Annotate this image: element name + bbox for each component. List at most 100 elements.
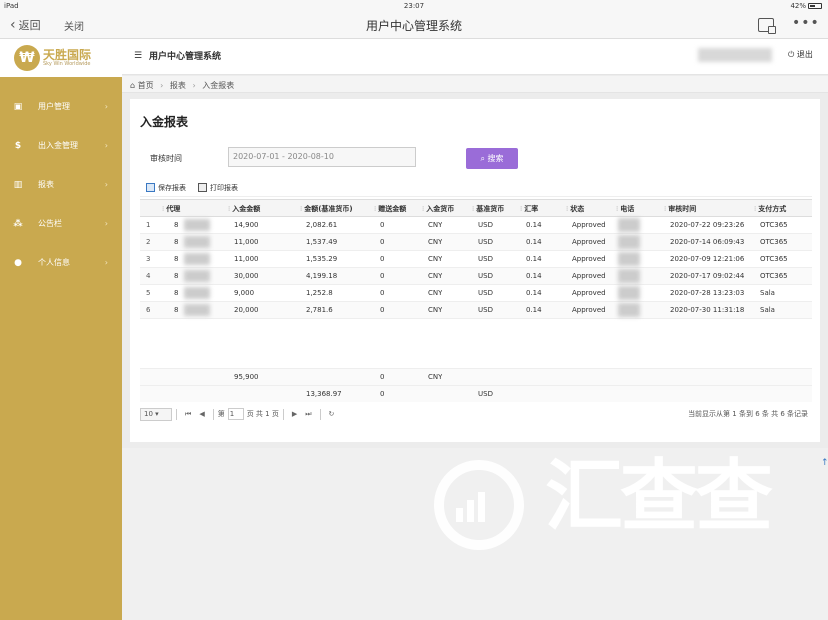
- column-header[interactable]: ⁞ 支付方式: [754, 204, 786, 214]
- column-header[interactable]: ⁞ 金额(基准货币): [300, 204, 353, 214]
- column-header[interactable]: ⁞ 入金货币: [422, 204, 454, 214]
- date-range-input[interactable]: 2020-07-01 - 2020-08-10: [228, 147, 416, 167]
- breadcrumb-separator: ›: [160, 81, 164, 90]
- table-row[interactable]: 68 20,000 2,781.6 0 CNY USD 0.14 Approved 2020-…: [140, 302, 812, 319]
- logo-emblem-icon: ₩: [14, 45, 40, 71]
- battery-indicator: 42%: [790, 2, 822, 10]
- save-label: 保存报表: [158, 183, 186, 192]
- column-header[interactable]: ⁞ 状态: [566, 204, 584, 214]
- report-toolbar: 保存报表 打印报表: [140, 179, 812, 197]
- app-header: ☰ 用户中心管理系统 ⏻ 退出: [122, 39, 828, 75]
- column-header[interactable]: ⁞ 入金金额: [228, 204, 260, 214]
- watermark-text: 汇查查: [545, 452, 773, 542]
- deposit-report-table: ⁞ 代理 ⁞ 入金金额 ⁞ 金额(基准货币) ⁞ 赠送金额 ⁞ 入金货币 ⁞ 基准货币 ⁞ 汇…: [140, 199, 812, 402]
- sidebar-item-label: 公告栏: [38, 219, 62, 228]
- logo-main-text: 天胜国际: [43, 47, 92, 62]
- logout-icon: ⏻: [788, 50, 795, 59]
- scroll-up-icon[interactable]: ↑: [821, 458, 828, 468]
- chevron-right-icon: ›: [104, 258, 108, 267]
- table-row[interactable]: 28 11,000 1,537.49 0 CNY USD 0.14 Approved 2020…: [140, 234, 812, 251]
- column-header[interactable]: ⁞ 电话: [616, 204, 634, 214]
- battery-percent: 42%: [790, 2, 806, 10]
- column-header[interactable]: ⁞ 赠送金额: [374, 204, 406, 214]
- table-row[interactable]: 58 9,000 1,252.8 0 CNY USD 0.14 Approved 2020-0…: [140, 285, 812, 302]
- chevron-right-icon: ›: [104, 141, 108, 150]
- table-header: ⁞ 代理 ⁞ 入金金额 ⁞ 金额(基准货币) ⁞ 赠送金额 ⁞ 入金货币 ⁞ 基准货币 ⁞ 汇…: [140, 200, 812, 217]
- open-external-icon[interactable]: [758, 18, 776, 34]
- logo[interactable]: ₩ 天胜国际 Sky Win Worldwide: [14, 42, 109, 74]
- sidebar-item-label: 出入金管理: [38, 141, 78, 150]
- refresh-icon[interactable]: ↻: [329, 410, 335, 418]
- sidebar-item-label: 个人信息: [38, 258, 70, 267]
- sidebar-item-bulletin[interactable]: ⁂ 公告栏 ›: [0, 204, 122, 243]
- save-icon: [146, 183, 155, 192]
- page-suffix: 页 共 1 页: [246, 410, 279, 418]
- table-row[interactable]: 48 30,000 4,199.18 0 CNY USD 0.14 Approved 2020…: [140, 268, 812, 285]
- breadcrumb-reports[interactable]: 报表: [170, 81, 186, 90]
- first-page-icon[interactable]: ⏮: [185, 410, 191, 419]
- people-icon: ⁂: [13, 218, 23, 229]
- print-report-button[interactable]: 打印报表: [198, 183, 238, 193]
- column-header[interactable]: ⁞ 代理: [162, 204, 180, 214]
- sidebar-item-label: 报表: [38, 180, 54, 189]
- last-page-icon[interactable]: ⏭: [305, 410, 311, 419]
- watermark-bars-icon: [456, 488, 496, 522]
- user-icon: ▣: [13, 101, 23, 112]
- logo-sub-text: Sky Win Worldwide: [43, 60, 91, 67]
- chevron-right-icon: ›: [104, 219, 108, 228]
- report-panel: 入金报表 审核时间 2020-07-01 - 2020-08-10 ⌕ 搜索 保…: [130, 99, 820, 442]
- page-number-input[interactable]: 1: [227, 408, 244, 420]
- column-header[interactable]: ⁞ 审核时间: [664, 204, 696, 214]
- column-header[interactable]: ⁞ 基准货币: [472, 204, 504, 214]
- column-header[interactable]: ⁞ 汇率: [520, 204, 538, 214]
- chart-icon: ▥: [13, 179, 23, 190]
- next-page-icon[interactable]: ▶: [292, 410, 297, 418]
- sidebar: ₩ 天胜国际 Sky Win Worldwide ▣ 用户管理 › $ 出入金管…: [0, 39, 122, 620]
- summary-row-amount: 95,900 0 CNY: [140, 368, 812, 385]
- sidebar-item-deposit-withdraw[interactable]: $ 出入金管理 ›: [0, 126, 122, 165]
- breadcrumb: ⌂ 首页 › 报表 › 入金报表: [122, 76, 828, 93]
- table-row[interactable]: 18 14,900 2,082.61 0 CNY USD 0.14 Approved 2020…: [140, 217, 812, 234]
- summary-row-base: 13,368.97 0 USD: [140, 385, 812, 402]
- sidebar-item-reports[interactable]: ▥ 报表 ›: [0, 165, 122, 204]
- more-icon[interactable]: •••: [792, 15, 820, 31]
- app-title: 用户中心管理系统: [149, 52, 222, 62]
- search-icon: ⌕: [480, 153, 485, 163]
- user-info-blurred: [698, 48, 772, 62]
- search-label: 搜索: [487, 154, 504, 163]
- table-row[interactable]: 38 11,000 1,535.29 0 CNY USD 0.14 Approved 2020…: [140, 251, 812, 268]
- home-icon: ⌂: [130, 81, 136, 90]
- main-content: 入金报表 审核时间 2020-07-01 - 2020-08-10 ⌕ 搜索 保…: [122, 93, 828, 448]
- prev-page-icon[interactable]: ◀: [199, 410, 204, 418]
- dollar-icon: $: [14, 140, 22, 151]
- clock: 23:07: [403, 2, 425, 10]
- browser-title: 用户中心管理系统: [365, 19, 462, 33]
- breadcrumb-separator: ›: [192, 81, 196, 90]
- print-label: 打印报表: [210, 183, 238, 192]
- filter-label: 审核时间: [150, 154, 182, 163]
- pagination-info: 当前显示从第 1 条到 6 条 共 6 条记录: [688, 410, 808, 418]
- logout-button[interactable]: ⏻ 退出: [788, 49, 813, 60]
- logout-label: 退出: [796, 50, 813, 59]
- browser-navbar: ‹ 返回 关闭 用户中心管理系统 •••: [0, 12, 828, 39]
- status-bar: iPad 23:07 42%: [0, 0, 828, 12]
- print-icon: [198, 183, 207, 192]
- search-button[interactable]: ⌕ 搜索: [466, 148, 518, 169]
- page-size-select[interactable]: 10 ▾: [140, 407, 172, 421]
- sidebar-menu: ▣ 用户管理 › $ 出入金管理 › ▥ 报表 › ⁂ 公告栏 › ● 个人信息…: [0, 87, 122, 282]
- pagination: 10 ▾ ⏮ ◀ 第 1 页 共 1 页 ▶ ⏭ ↻ 当前显示从第 1 条到 6…: [140, 406, 812, 422]
- logo-area: ₩ 天胜国际 Sky Win Worldwide: [0, 39, 122, 77]
- breadcrumb-current: 入金报表: [202, 81, 235, 90]
- chevron-right-icon: ›: [104, 102, 108, 111]
- chevron-right-icon: ›: [104, 180, 108, 189]
- page-prefix: 第: [217, 410, 225, 418]
- battery-icon: [808, 3, 822, 9]
- sidebar-item-label: 用户管理: [38, 102, 70, 111]
- menu-toggle-icon[interactable]: ☰: [134, 51, 142, 61]
- page-title: 入金报表: [140, 115, 189, 129]
- sidebar-item-user-management[interactable]: ▣ 用户管理 ›: [0, 87, 122, 126]
- person-icon: ●: [14, 257, 22, 268]
- sidebar-item-profile[interactable]: ● 个人信息 ›: [0, 243, 122, 282]
- breadcrumb-home[interactable]: 首页: [138, 81, 154, 90]
- save-report-button[interactable]: 保存报表: [146, 183, 186, 193]
